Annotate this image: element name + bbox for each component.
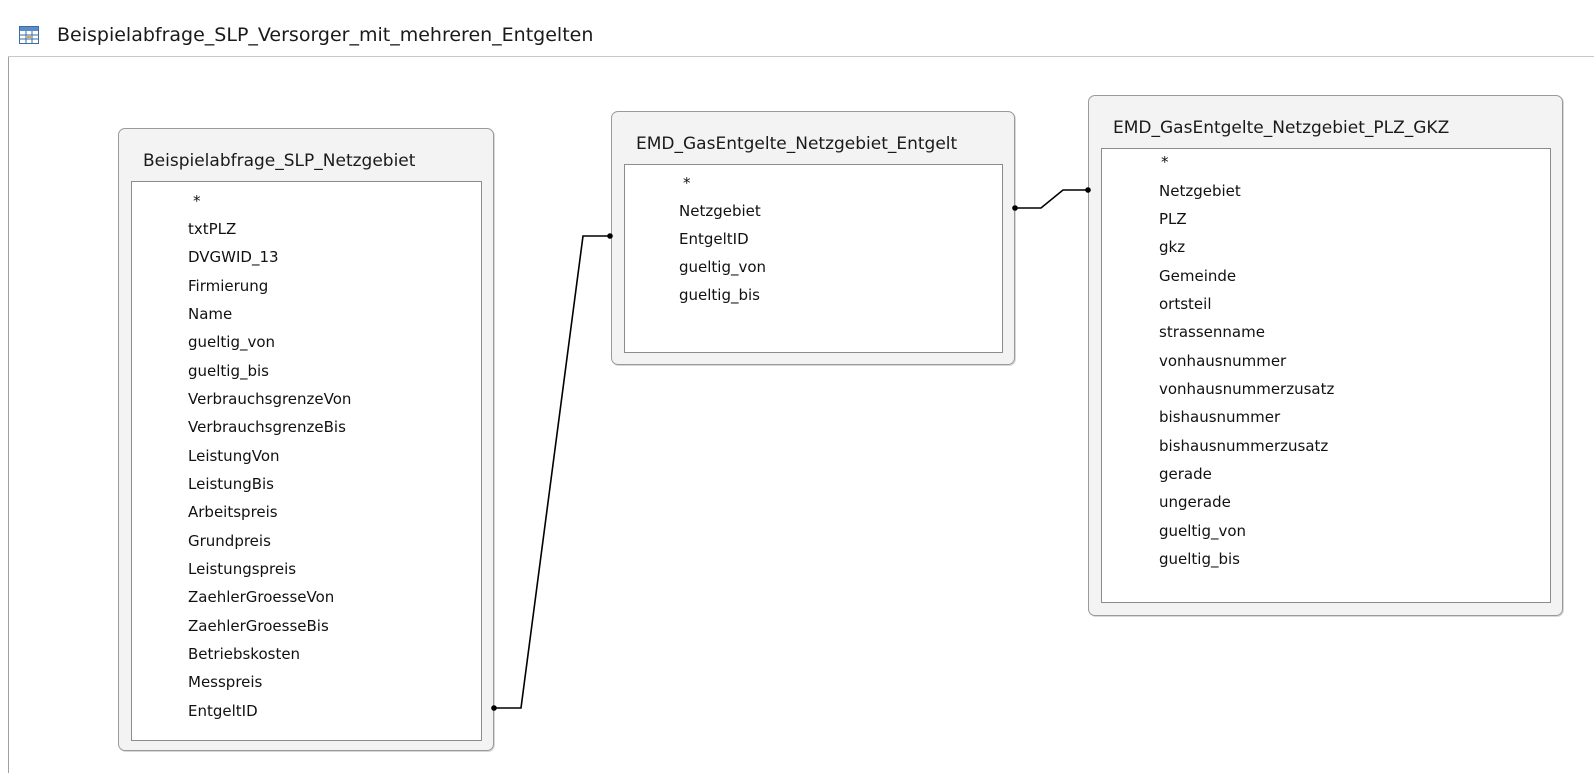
field-label: strassenname <box>1159 323 1265 341</box>
field-label: vonhausnummerzusatz <box>1159 380 1335 398</box>
field-row[interactable]: VerbrauchsgrenzeVon <box>132 387 481 415</box>
field-label: vonhausnummer <box>1159 352 1287 370</box>
table-title[interactable]: EMD_GasEntgelte_Netzgebiet_Entgelt <box>636 134 957 154</box>
field-row[interactable]: gueltig_von <box>1102 519 1550 547</box>
field-row[interactable]: Netzgebiet <box>1102 179 1550 207</box>
field-label: ZaehlerGroesseBis <box>188 617 329 635</box>
field-list[interactable]: * Netzgebiet EntgeltID gueltig_von guelt… <box>624 164 1003 353</box>
field-label: gueltig_von <box>679 258 767 276</box>
field-row[interactable]: Grundpreis <box>132 529 481 557</box>
field-row[interactable]: vonhausnummerzusatz <box>1102 377 1550 405</box>
field-row[interactable]: EntgeltID <box>132 699 481 727</box>
field-label: txtPLZ <box>188 220 237 238</box>
field-row[interactable]: Gemeinde <box>1102 264 1550 292</box>
table-emd-gasentgelte-netzgebiet-entgelt[interactable]: EMD_GasEntgelte_Netzgebiet_Entgelt * Net… <box>611 111 1015 365</box>
field-label: gkz <box>1159 238 1186 256</box>
query-title: Beispielabfrage_SLP_Versorger_mit_mehrer… <box>57 24 594 46</box>
field-row[interactable]: PLZ <box>1102 207 1550 235</box>
field-label: gueltig_von <box>188 333 276 351</box>
query-title-bar: Beispielabfrage_SLP_Versorger_mit_mehrer… <box>0 0 1594 62</box>
field-label: * <box>1161 153 1169 171</box>
field-label: VerbrauchsgrenzeVon <box>188 390 352 408</box>
field-row[interactable]: EntgeltID <box>625 227 1002 255</box>
field-label: gueltig_bis <box>188 362 269 380</box>
field-row[interactable]: gueltig_bis <box>625 283 1002 311</box>
table-title[interactable]: Beispielabfrage_SLP_Netzgebiet <box>143 151 415 171</box>
field-label: bishausnummer <box>1159 408 1281 426</box>
field-row[interactable]: Leistungspreis <box>132 557 481 585</box>
field-row[interactable]: Name <box>132 302 481 330</box>
field-label: ortsteil <box>1159 295 1212 313</box>
field-row[interactable]: txtPLZ <box>132 217 481 245</box>
field-label: Firmierung <box>188 277 269 295</box>
field-row[interactable]: Netzgebiet <box>625 199 1002 227</box>
field-row[interactable]: Betriebskosten <box>132 642 481 670</box>
field-row[interactable]: * <box>1102 150 1550 178</box>
field-row[interactable]: gerade <box>1102 462 1550 490</box>
field-label: Arbeitspreis <box>188 503 278 521</box>
field-label: EntgeltID <box>679 230 749 248</box>
table-title[interactable]: EMD_GasEntgelte_Netzgebiet_PLZ_GKZ <box>1113 118 1449 138</box>
field-row[interactable]: ungerade <box>1102 490 1550 518</box>
field-label: Netzgebiet <box>1159 182 1241 200</box>
field-label: EntgeltID <box>188 702 258 720</box>
field-row[interactable]: gueltig_von <box>625 255 1002 283</box>
field-label: Betriebskosten <box>188 645 301 663</box>
field-row[interactable]: vonhausnummer <box>1102 349 1550 377</box>
field-label: PLZ <box>1159 210 1187 228</box>
table-beispielabfrage-slp-netzgebiet[interactable]: Beispielabfrage_SLP_Netzgebiet * txtPLZ … <box>118 128 494 751</box>
field-row[interactable]: Arbeitspreis <box>132 500 481 528</box>
field-label: Gemeinde <box>1159 267 1237 285</box>
field-row[interactable]: strassenname <box>1102 320 1550 348</box>
field-row[interactable]: * <box>625 171 1002 199</box>
field-label: Name <box>188 305 233 323</box>
field-label: ungerade <box>1159 493 1231 511</box>
field-row[interactable]: LeistungVon <box>132 444 481 472</box>
field-label: LeistungVon <box>188 447 280 465</box>
field-list[interactable]: * Netzgebiet PLZ gkz Gemeinde ortsteil s… <box>1101 148 1551 603</box>
field-row[interactable]: ortsteil <box>1102 292 1550 320</box>
field-label: DVGWID_13 <box>188 248 279 266</box>
table-emd-gasentgelte-netzgebiet-plz-gkz[interactable]: EMD_GasEntgelte_Netzgebiet_PLZ_GKZ * Net… <box>1088 95 1563 616</box>
field-row[interactable]: ZaehlerGroesseVon <box>132 585 481 613</box>
field-row[interactable]: gueltig_von <box>132 330 481 358</box>
field-row[interactable]: DVGWID_13 <box>132 245 481 273</box>
field-row[interactable]: Messpreis <box>132 670 481 698</box>
field-label: Leistungspreis <box>188 560 297 578</box>
field-label: bishausnummerzusatz <box>1159 437 1329 455</box>
field-label: LeistungBis <box>188 475 274 493</box>
canvas-left-border <box>8 56 9 773</box>
field-list[interactable]: * txtPLZ DVGWID_13 Firmierung Name guelt… <box>131 181 482 741</box>
field-row[interactable]: Firmierung <box>132 274 481 302</box>
field-label: gueltig_bis <box>1159 550 1240 568</box>
field-label: VerbrauchsgrenzeBis <box>188 418 346 436</box>
field-row[interactable]: bishausnummer <box>1102 405 1550 433</box>
field-label: * <box>683 174 691 192</box>
field-row[interactable]: bishausnummerzusatz <box>1102 434 1550 462</box>
field-label: Grundpreis <box>188 532 271 550</box>
field-label: Messpreis <box>188 673 263 691</box>
field-row[interactable]: LeistungBis <box>132 472 481 500</box>
query-icon <box>19 26 39 44</box>
field-label: Netzgebiet <box>679 202 761 220</box>
field-row[interactable]: ZaehlerGroesseBis <box>132 614 481 642</box>
field-label: gueltig_von <box>1159 522 1247 540</box>
field-row[interactable]: * <box>132 189 481 217</box>
field-row[interactable]: gueltig_bis <box>1102 547 1550 575</box>
field-label: gerade <box>1159 465 1212 483</box>
canvas-top-border <box>8 56 1594 57</box>
field-row[interactable]: gueltig_bis <box>132 359 481 387</box>
field-label: gueltig_bis <box>679 286 760 304</box>
field-label: * <box>193 192 201 210</box>
field-row[interactable]: gkz <box>1102 235 1550 263</box>
field-row[interactable]: VerbrauchsgrenzeBis <box>132 415 481 443</box>
field-label: ZaehlerGroesseVon <box>188 588 335 606</box>
